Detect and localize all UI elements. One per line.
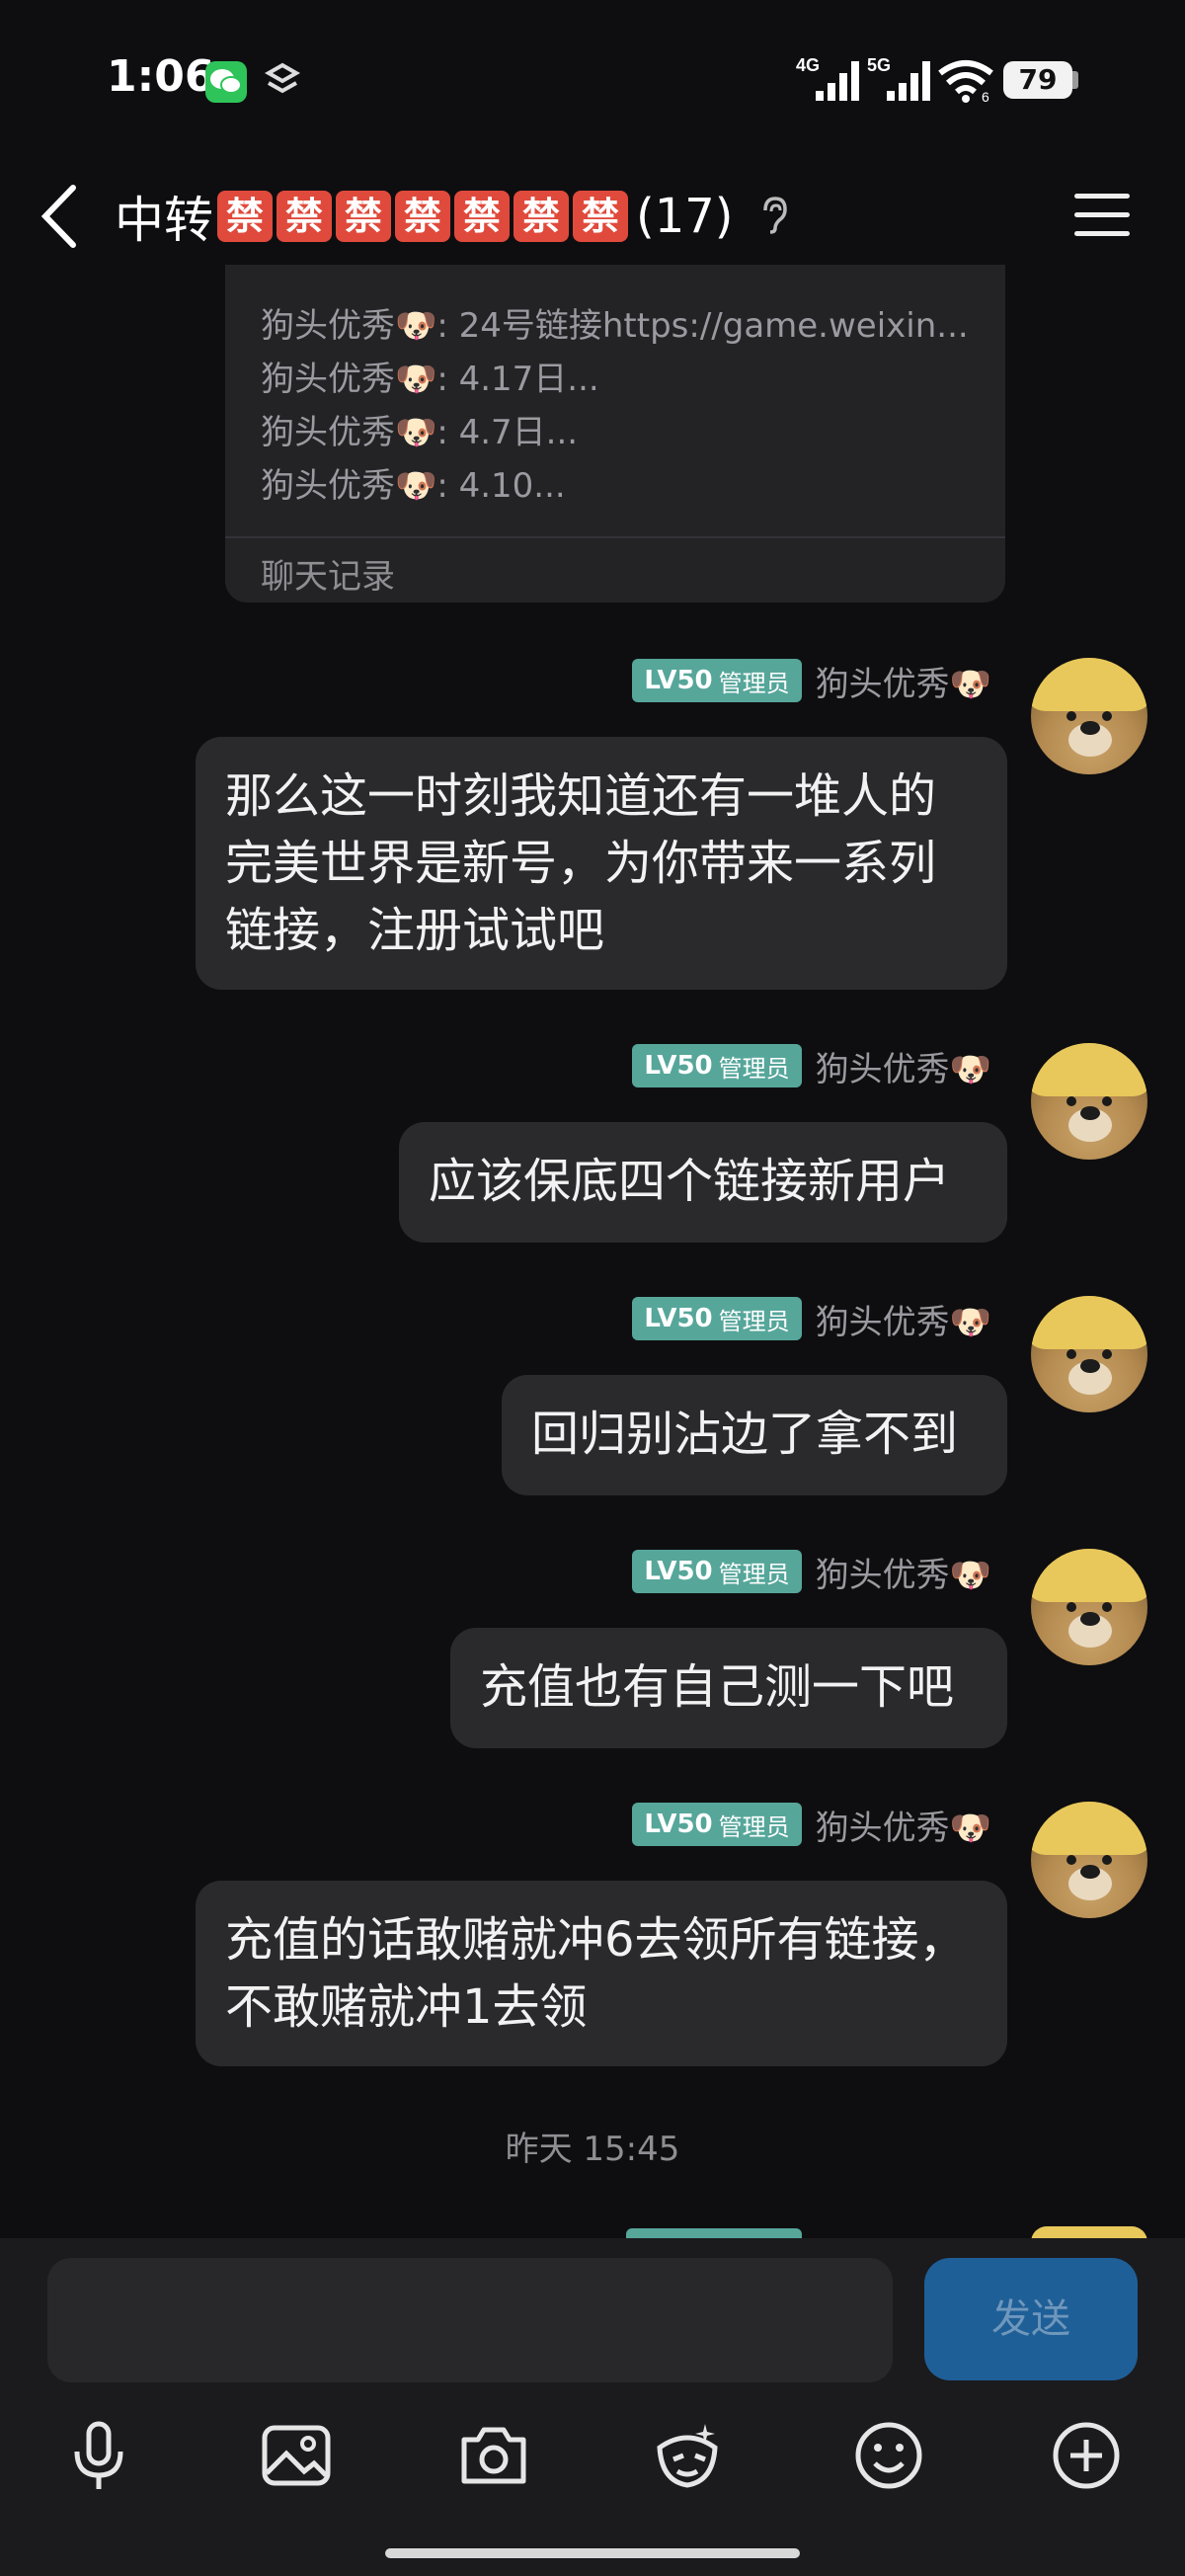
ban-emoji: 禁 [336,191,391,242]
send-button[interactable]: 发送 [924,2258,1138,2380]
status-time: 1:06 [107,51,215,102]
wifi-label: 6 [982,89,989,103]
message-meta: LV50 管理员 狗头优秀🐶 [632,657,991,705]
level-badge: LV50 管理员 [632,1550,802,1593]
sticker-icon[interactable] [652,2420,723,2491]
battery-cap [1072,71,1078,89]
home-indicator[interactable] [385,2548,800,2558]
chat-record-label: 聊天记录 [261,557,395,597]
signal-5g-icon: 5G [867,55,932,107]
battery-indicator: 79 [1003,61,1072,99]
record-line: 狗头优秀🐶: 4.17日... [261,360,599,399]
message-timestamp: 昨天 15:45 [505,2130,680,2169]
ban-emoji: 禁 [395,191,450,242]
ban-emoji: 禁 [217,191,273,242]
network2-label: 5G [867,55,891,75]
signal-4g-icon: 4G [796,55,861,107]
message-meta: LV50 管理员 狗头优秀🐶 [632,1295,991,1343]
sender-name[interactable]: 狗头优秀🐶 [816,1042,991,1090]
record-line: 狗头优秀🐶: 4.10... [261,466,566,506]
ban-emoji: 禁 [454,191,510,242]
emoji-icon[interactable] [853,2420,924,2491]
menu-icon [1074,194,1130,199]
ban-emoji: 禁 [276,191,332,242]
level-badge: LV50 管理员 [632,1803,802,1846]
sender-name[interactable]: 狗头优秀🐶 [816,1801,991,1849]
level-badge: LV50 管理员 [632,659,802,702]
record-line: 狗头优秀🐶: 4.7日... [261,413,579,452]
menu-button[interactable] [1074,194,1130,239]
chat-title-text: 中转 [115,192,213,249]
chat-title[interactable]: 中转 禁 禁 禁 禁 禁 禁 禁 (17) [115,186,789,249]
image-icon[interactable] [261,2420,332,2491]
ban-emoji: 禁 [573,191,628,242]
message-bubble[interactable]: 回归别沾边了拿不到 [502,1375,1007,1495]
microphone-icon[interactable] [63,2420,134,2491]
camera-icon[interactable] [458,2420,529,2491]
avatar[interactable] [1031,1043,1147,1160]
message-bubble[interactable]: 那么这一时刻我知道还有一堆人的完美世界是新号，为你带来一系列链接，注册试试吧 [196,737,1007,990]
avatar[interactable] [1031,1296,1147,1412]
ban-emoji: 禁 [514,191,569,242]
level-badge: LV50 管理员 [632,1044,802,1087]
sender-name[interactable]: 狗头优秀🐶 [816,1295,991,1343]
message-bubble[interactable]: 应该保底四个链接新用户 [399,1122,1007,1243]
level-badge: LV50 管理员 [632,1297,802,1340]
plus-icon[interactable] [1051,2420,1122,2491]
member-count: (17) [636,189,734,244]
divider [225,536,1005,538]
record-line: 狗头优秀🐶: 24号链接https://game.weixin... [261,306,969,346]
layers-icon [264,61,301,105]
chat-record-card[interactable]: 狗头优秀🐶: 24号链接https://game.weixin... 狗头优秀🐶… [225,265,1005,603]
sender-name[interactable]: 狗头优秀🐶 [816,657,991,705]
chevron-left-icon [40,185,76,248]
message-meta: LV50 管理员 狗头优秀🐶 [632,1042,991,1090]
message-input[interactable] [47,2258,893,2382]
wechat-notification-icon [205,61,247,103]
message-bubble[interactable]: 充值的话敢赌就冲6去领所有链接，不敢赌就冲1去领 [196,1881,1007,2066]
back-button[interactable] [38,184,83,249]
avatar[interactable] [1031,1549,1147,1665]
wifi-icon: 6 [938,59,993,107]
sender-name[interactable]: 狗头优秀🐶 [816,1548,991,1596]
network1-label: 4G [796,55,820,75]
avatar[interactable] [1031,658,1147,774]
ear-icon [757,195,789,238]
message-meta: LV50 管理员 狗头优秀🐶 [632,1548,991,1596]
avatar[interactable] [1031,1802,1147,1918]
message-bubble[interactable]: 充值也有自己测一下吧 [450,1628,1007,1748]
message-meta: LV50 管理员 狗头优秀🐶 [632,1801,991,1849]
